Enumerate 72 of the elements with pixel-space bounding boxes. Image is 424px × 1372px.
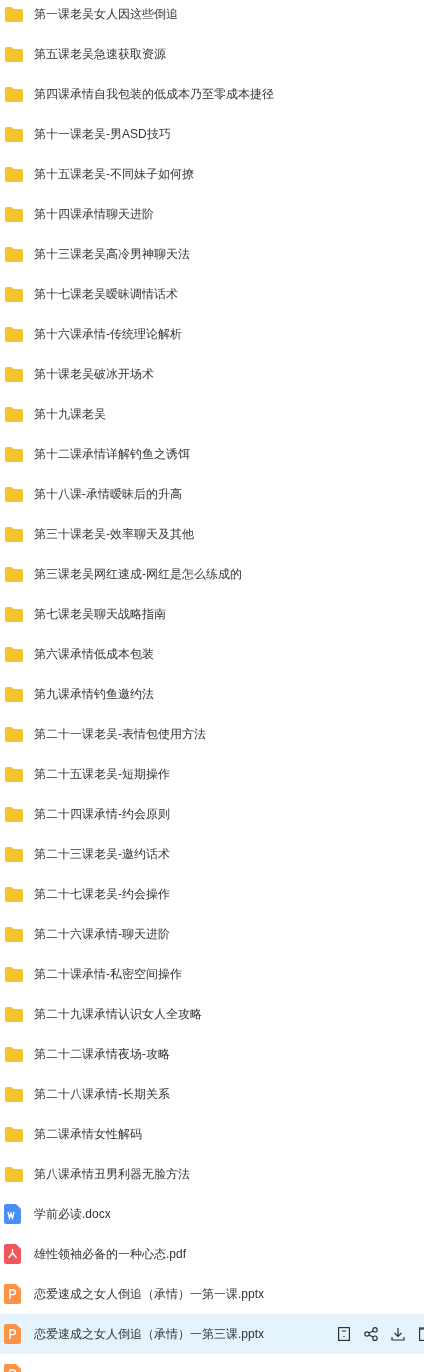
share-button[interactable] bbox=[364, 1327, 378, 1341]
folder-icon bbox=[4, 925, 24, 943]
file-name: 第九课承情钓鱼邀约法 bbox=[34, 686, 154, 703]
folder-icon bbox=[4, 685, 24, 703]
folder-icon bbox=[4, 245, 24, 263]
file-name: 第二十课承情-私密空间操作 bbox=[34, 966, 182, 983]
folder-icon bbox=[4, 765, 24, 783]
file-name: 第三课老吴网红速成-网红是怎么练成的 bbox=[34, 566, 242, 583]
file-name: 第二十九课承情认识女人全攻略 bbox=[34, 1006, 202, 1023]
folder-icon bbox=[4, 605, 24, 623]
file-name: 第十一课老吴-男ASD技巧 bbox=[34, 126, 171, 143]
file-name: 第十课老吴破冰开场术 bbox=[34, 366, 154, 383]
details-button[interactable] bbox=[337, 1327, 351, 1341]
folder-icon bbox=[4, 5, 24, 23]
folder-icon bbox=[4, 285, 24, 303]
file-name: 第六课承情低成本包装 bbox=[34, 646, 154, 663]
folder-icon bbox=[4, 205, 24, 223]
file-name: 第十五课老吴-不同妹子如何撩 bbox=[34, 166, 194, 183]
folder-icon bbox=[4, 805, 24, 823]
file-name: 第十九课老吴 bbox=[34, 406, 106, 423]
folder-icon bbox=[4, 525, 24, 543]
folder-icon bbox=[4, 85, 24, 103]
folder-icon bbox=[4, 845, 24, 863]
file-name: 第八课承情丑男利器无脸方法 bbox=[34, 1166, 190, 1183]
pdf-document-icon bbox=[4, 1244, 22, 1264]
folder-icon bbox=[4, 1085, 24, 1103]
file-name: 第二十一课老吴-表情包使用方法 bbox=[34, 726, 206, 743]
download-button[interactable] bbox=[391, 1327, 405, 1341]
file-name: 第三十课老吴-效率聊天及其他 bbox=[34, 526, 194, 543]
folder-icon bbox=[4, 885, 24, 903]
file-name: 第二十三课老吴-邀约话术 bbox=[34, 846, 170, 863]
presentation-document-icon bbox=[4, 1324, 22, 1344]
folder-icon bbox=[4, 645, 24, 663]
folder-icon bbox=[4, 445, 24, 463]
folder-icon bbox=[4, 325, 24, 343]
folder-icon bbox=[4, 485, 24, 503]
file-name: 恋爱速成之女人倒追（承情）一第三课.pptx bbox=[34, 1326, 264, 1343]
file-name: 第五课老吴急速获取资源 bbox=[34, 46, 166, 63]
file-name: 第二十五课老吴-短期操作 bbox=[34, 766, 170, 783]
folder-icon bbox=[4, 405, 24, 423]
file-name: 第二课承情女性解码 bbox=[34, 1126, 142, 1143]
file-name: 恋爱速成之女人倒追（承情）一第一课.pptx bbox=[34, 1286, 264, 1303]
presentation-document-icon bbox=[4, 1284, 22, 1304]
folder-icon bbox=[4, 45, 24, 63]
file-name: 第十二课承情详解钓鱼之诱饵 bbox=[34, 446, 190, 463]
file-name: 第十八课-承情暧昧后的升高 bbox=[34, 486, 182, 503]
file-name: 第二十八课承情-长期关系 bbox=[34, 1086, 170, 1103]
folder-icon bbox=[4, 1165, 24, 1183]
file-name: 第二十四课承情-约会原则 bbox=[34, 806, 170, 823]
folder-icon bbox=[4, 125, 24, 143]
file-name: 学前必读.docx bbox=[34, 1206, 111, 1223]
file-name: 第二十二课承情夜场-攻略 bbox=[34, 1046, 170, 1063]
word-document-icon bbox=[4, 1204, 22, 1224]
file-name: 第十四课承情聊天进阶 bbox=[34, 206, 154, 223]
file-name: 第二十六课承情-聊天进阶 bbox=[34, 926, 170, 943]
folder-icon bbox=[4, 725, 24, 743]
folder-icon bbox=[4, 965, 24, 983]
file-row[interactable]: 恋爱速成之女人倒追（承情）一第三课.pptx bbox=[0, 1314, 424, 1354]
file-name: 第十七课老吴暧昧调情话术 bbox=[34, 286, 178, 303]
folder-icon bbox=[4, 565, 24, 583]
file-name: 第二十七课老吴-约会操作 bbox=[34, 886, 170, 903]
folder-icon bbox=[4, 165, 24, 183]
folder-icon bbox=[4, 1045, 24, 1063]
file-name: 雄性领袖必备的一种心态.pdf bbox=[34, 1246, 186, 1263]
folder-icon bbox=[4, 365, 24, 383]
file-name: 第四课承情自我包装的低成本乃至零成本捷径 bbox=[34, 86, 274, 103]
folder-icon bbox=[4, 1125, 24, 1143]
folder-icon bbox=[4, 1005, 24, 1023]
file-name: 第十三课老吴高冷男神聊天法 bbox=[34, 246, 190, 263]
file-name: 第十六课承情-传统理论解析 bbox=[34, 326, 182, 343]
file-name: 第七课老吴聊天战略指南 bbox=[34, 606, 166, 623]
file-name: 第一课老吴女人因这些倒追 bbox=[34, 6, 178, 23]
